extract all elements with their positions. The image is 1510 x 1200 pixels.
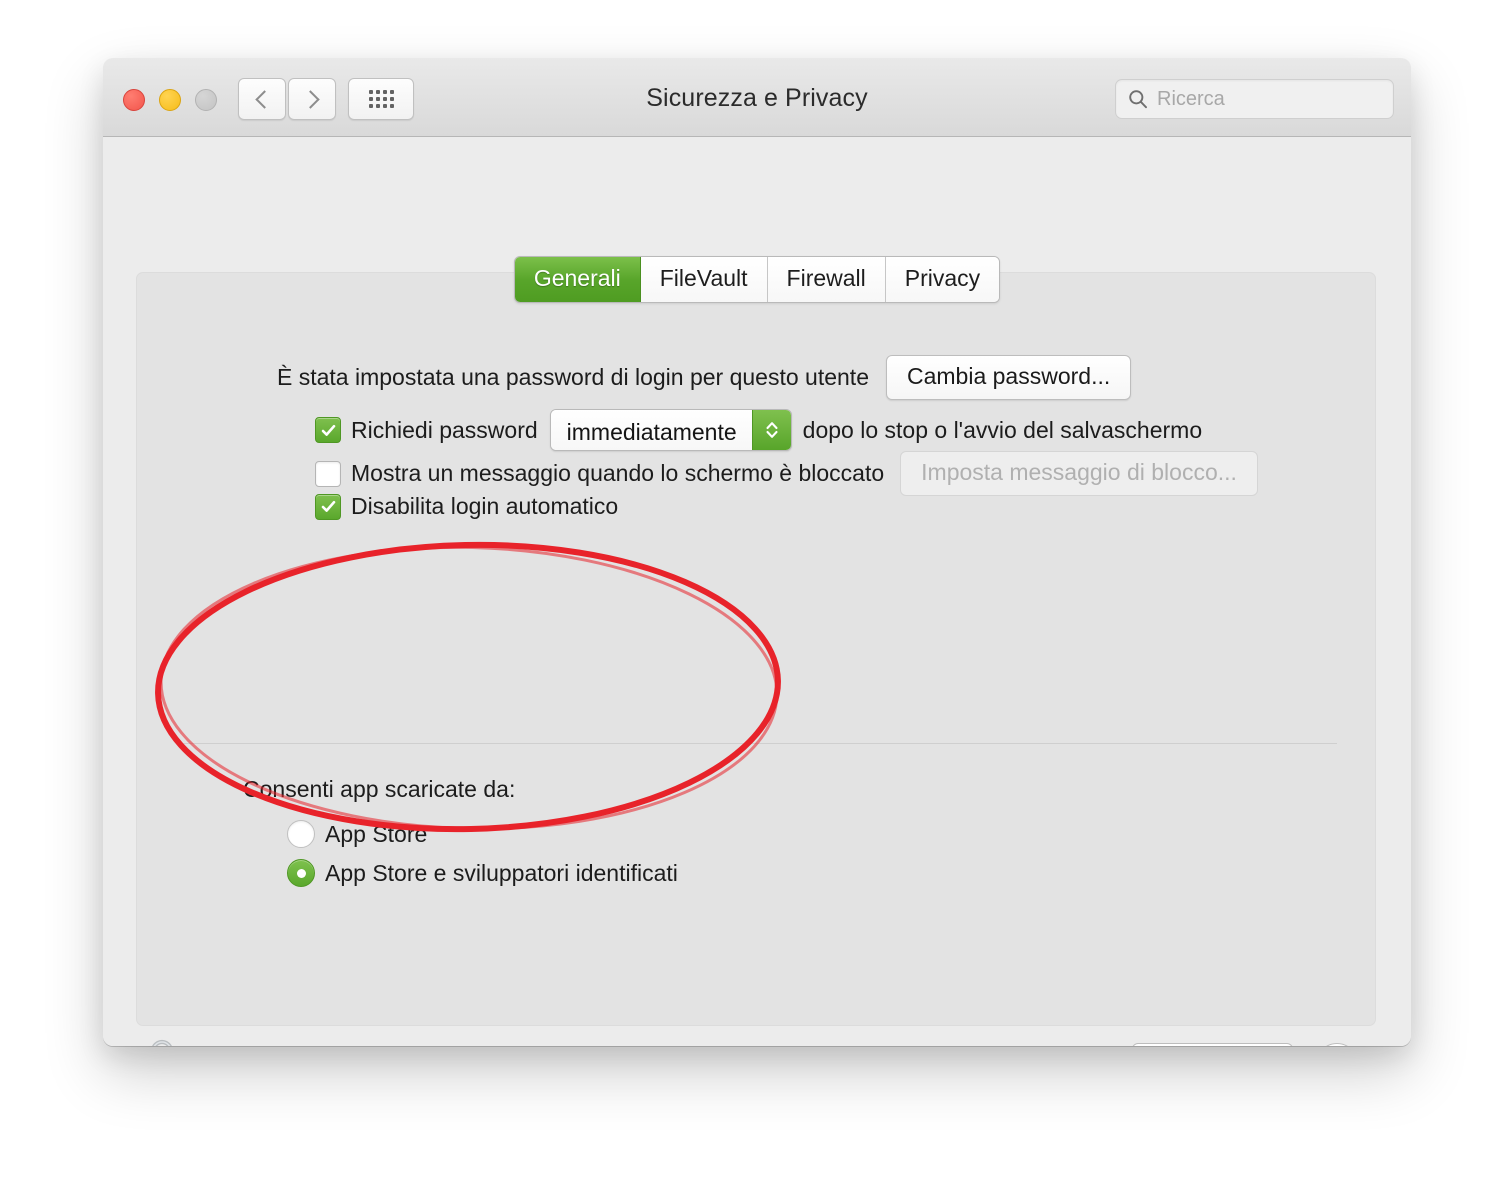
- tab-firewall[interactable]: Firewall: [767, 257, 886, 302]
- radio-app-store-label: App Store: [325, 820, 428, 847]
- set-lock-message-button: Imposta messaggio di blocco...: [900, 451, 1258, 496]
- disable-autologin-checkbox[interactable]: [315, 493, 341, 520]
- require-password-suffix-label: dopo lo stop o l'avvio del salvaschermo: [802, 416, 1203, 443]
- show-lock-message-checkbox[interactable]: [315, 460, 341, 487]
- tab-filevault[interactable]: FileVault: [640, 257, 768, 302]
- search-field[interactable]: [1115, 79, 1394, 119]
- help-button[interactable]: ?: [1316, 1043, 1358, 1046]
- checkmark-icon: [321, 424, 335, 436]
- chevron-up-down-icon: [766, 422, 778, 438]
- password-status-row: È stata impostata una password di login …: [277, 355, 1132, 400]
- popup-stepper-arrows-icon[interactable]: [751, 410, 791, 450]
- tab-bar: Generali FileVault Firewall Privacy: [103, 256, 1411, 303]
- window-titlebar: Sicurezza e Privacy: [103, 58, 1411, 137]
- disable-autologin-label: Disabilita login automatico: [351, 493, 619, 519]
- search-icon: [1129, 90, 1147, 109]
- checkmark-icon: [321, 500, 335, 512]
- radio-app-store[interactable]: App Store: [287, 820, 427, 848]
- password-status-label: È stata impostata una password di login …: [277, 364, 869, 390]
- require-password-label: Richiedi password: [351, 416, 538, 443]
- show-lock-message-label: Mostra un messaggio quando lo schermo è …: [351, 460, 885, 486]
- change-password-button[interactable]: Cambia password...: [885, 355, 1132, 400]
- advanced-button[interactable]: Avanzate...: [1132, 1043, 1293, 1046]
- unlocked-padlock-icon[interactable]: [139, 1038, 183, 1046]
- system-preferences-window: Sicurezza e Privacy È stata impostata un…: [103, 58, 1411, 1046]
- lock-area[interactable]: Modifiche abilitate.: [139, 1038, 396, 1046]
- section-divider: [177, 743, 1337, 744]
- radio-app-store-indicator[interactable]: [287, 820, 315, 848]
- window-bottom-bar: Modifiche abilitate. Avanzate... ?: [103, 1024, 1411, 1046]
- radio-app-store-and-identified-developers[interactable]: App Store e sviluppatori identificati: [287, 859, 678, 887]
- require-password-checkbox[interactable]: [315, 417, 341, 443]
- allow-apps-title: Consenti app scaricate da:: [243, 776, 516, 802]
- radio-selected-dot-icon: [296, 868, 306, 878]
- tab-privacy[interactable]: Privacy: [885, 257, 1000, 302]
- search-input[interactable]: [1155, 86, 1379, 112]
- require-password-delay-value: immediatamente: [550, 410, 752, 450]
- require-password-delay-popup[interactable]: immediatamente: [549, 409, 792, 451]
- require-password-row: Richiedi password immediatamente dopo lo…: [315, 409, 1202, 451]
- content-panel: È stata impostata una password di login …: [136, 272, 1376, 1026]
- show-lock-message-row: Mostra un messaggio quando lo schermo è …: [315, 451, 1258, 496]
- tab-generali[interactable]: Generali: [514, 257, 641, 302]
- window-body: È stata impostata una password di login …: [103, 137, 1411, 1046]
- radio-app-store-and-identified-developers-indicator[interactable]: [287, 859, 315, 887]
- radio-app-store-and-identified-developers-label: App Store e sviluppatori identificati: [325, 859, 678, 886]
- disable-autologin-row: Disabilita login automatico: [315, 493, 618, 520]
